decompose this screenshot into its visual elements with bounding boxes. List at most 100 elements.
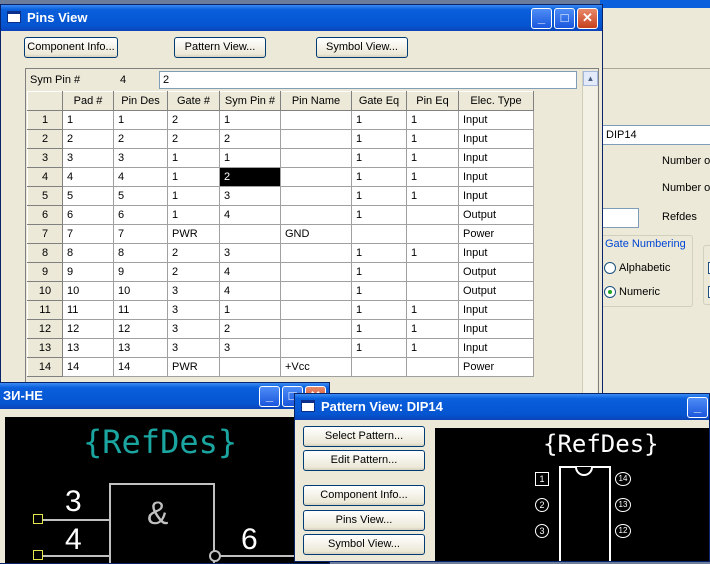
table-cell[interactable]: 5: [62, 186, 114, 206]
table-cell[interactable]: PWR: [167, 357, 220, 377]
table-cell[interactable]: 1: [351, 205, 407, 225]
table-cell[interactable]: Output: [458, 205, 534, 225]
table-cell[interactable]: [280, 186, 352, 206]
pattern-view-titlebar[interactable]: Pattern View: DIP14 _: [295, 394, 709, 420]
table-cell[interactable]: 11: [62, 300, 114, 320]
table-cell[interactable]: [280, 148, 352, 168]
table-cell[interactable]: 4: [219, 262, 281, 282]
symbol-titlebar[interactable]: ЗИ-НЕ _ □ ✕: [0, 383, 329, 409]
maximize-button[interactable]: □: [554, 8, 575, 29]
table-cell[interactable]: Input: [458, 319, 534, 339]
table-cell[interactable]: 2: [62, 129, 114, 149]
table-cell[interactable]: 12: [62, 319, 114, 339]
column-header[interactable]: Elec. Type: [458, 91, 534, 111]
row-header[interactable]: 3: [27, 148, 63, 168]
table-cell[interactable]: 1: [406, 319, 459, 339]
table-cell[interactable]: +Vcc: [280, 357, 352, 377]
table-cell[interactable]: 3: [219, 338, 281, 358]
table-cell[interactable]: 1: [406, 129, 459, 149]
table-cell[interactable]: [280, 243, 352, 263]
table-cell[interactable]: 1: [406, 186, 459, 206]
table-cell[interactable]: Input: [458, 110, 534, 130]
table-cell[interactable]: 10: [113, 281, 168, 301]
pattern-name-field[interactable]: DIP14: [601, 125, 710, 145]
table-cell[interactable]: 1: [351, 281, 407, 301]
table-cell[interactable]: [406, 224, 459, 244]
table-cell[interactable]: [280, 167, 352, 187]
table-cell[interactable]: 1: [351, 319, 407, 339]
table-cell[interactable]: 1: [406, 110, 459, 130]
table-cell[interactable]: Power: [458, 357, 534, 377]
pad-13[interactable]: 13: [615, 498, 631, 512]
scrollbar[interactable]: ▲: [582, 71, 598, 393]
table-cell[interactable]: Output: [458, 262, 534, 282]
row-header[interactable]: 6: [27, 205, 63, 225]
table-cell[interactable]: 1: [351, 110, 407, 130]
table-cell[interactable]: [406, 262, 459, 282]
table-cell[interactable]: 14: [62, 357, 114, 377]
table-cell[interactable]: 3: [167, 319, 220, 339]
table-cell[interactable]: 8: [113, 243, 168, 263]
table-cell[interactable]: 2: [113, 129, 168, 149]
table-cell[interactable]: 1: [167, 167, 220, 187]
table-cell[interactable]: 1: [351, 129, 407, 149]
table-cell[interactable]: 12: [113, 319, 168, 339]
table-cell[interactable]: 1: [406, 243, 459, 263]
row-header[interactable]: 11: [27, 300, 63, 320]
table-cell[interactable]: 4: [62, 167, 114, 187]
pins-view-titlebar[interactable]: Pins View _ □ ✕: [1, 5, 602, 31]
minimize-button[interactable]: _: [531, 8, 552, 29]
table-cell[interactable]: 2: [219, 319, 281, 339]
table-cell[interactable]: 6: [113, 205, 168, 225]
table-cell[interactable]: Input: [458, 129, 534, 149]
symbol-minimize-button[interactable]: _: [259, 386, 280, 407]
table-row[interactable]: 12 12 12 3 2 1 1 Input: [27, 319, 534, 339]
table-cell[interactable]: 3: [219, 186, 281, 206]
table-row[interactable]: 13 13 13 3 3 1 1 Input: [27, 338, 534, 358]
table-cell[interactable]: [280, 319, 352, 339]
row-header[interactable]: 12: [27, 319, 63, 339]
table-cell[interactable]: 3: [167, 338, 220, 358]
table-cell[interactable]: [280, 205, 352, 225]
table-row[interactable]: 7 7 7 PWR GND Power: [27, 224, 534, 244]
table-row[interactable]: 9 9 9 2 4 1 Output: [27, 262, 534, 282]
table-cell[interactable]: 1: [113, 110, 168, 130]
table-cell[interactable]: 8: [62, 243, 114, 263]
row-header[interactable]: 2: [27, 129, 63, 149]
row-header[interactable]: 4: [27, 167, 63, 187]
pins-view-button[interactable]: Pins View...: [303, 510, 425, 531]
table-cell[interactable]: 13: [62, 338, 114, 358]
table-cell[interactable]: Input: [458, 186, 534, 206]
table-corner-cell[interactable]: [27, 91, 63, 111]
table-cell[interactable]: 9: [113, 262, 168, 282]
table-row[interactable]: 1 1 1 2 1 1 1 Input: [27, 110, 534, 130]
table-cell[interactable]: 2: [167, 110, 220, 130]
row-header[interactable]: 7: [27, 224, 63, 244]
table-cell[interactable]: 2: [167, 129, 220, 149]
table-cell[interactable]: 2: [219, 129, 281, 149]
table-cell[interactable]: 1: [351, 243, 407, 263]
table-cell[interactable]: 1: [167, 205, 220, 225]
refdes-field[interactable]: [601, 208, 639, 228]
table-cell[interactable]: 7: [113, 224, 168, 244]
table-cell[interactable]: Output: [458, 281, 534, 301]
column-header[interactable]: Pad #: [62, 91, 114, 111]
row-header[interactable]: 5: [27, 186, 63, 206]
table-cell[interactable]: [219, 357, 281, 377]
table-row[interactable]: 14 14 14 PWR +Vcc Power: [27, 357, 534, 377]
pattern-view-button[interactable]: Pattern View...: [174, 37, 266, 58]
table-row[interactable]: 10 10 10 3 4 1 Output: [27, 281, 534, 301]
symbol-view-button-2[interactable]: Symbol View...: [303, 534, 425, 555]
column-header[interactable]: Pin Name: [280, 91, 352, 111]
table-row[interactable]: 5 5 5 1 3 1 1 Input: [27, 186, 534, 206]
table-cell[interactable]: [219, 224, 281, 244]
row-header[interactable]: 10: [27, 281, 63, 301]
close-button[interactable]: ✕: [577, 8, 598, 29]
table-cell[interactable]: Input: [458, 148, 534, 168]
table-cell[interactable]: 4: [219, 205, 281, 225]
table-cell[interactable]: [351, 224, 407, 244]
table-cell[interactable]: Power: [458, 224, 534, 244]
table-cell[interactable]: 13: [113, 338, 168, 358]
table-cell[interactable]: 2: [167, 243, 220, 263]
pad-2[interactable]: 2: [535, 498, 549, 512]
